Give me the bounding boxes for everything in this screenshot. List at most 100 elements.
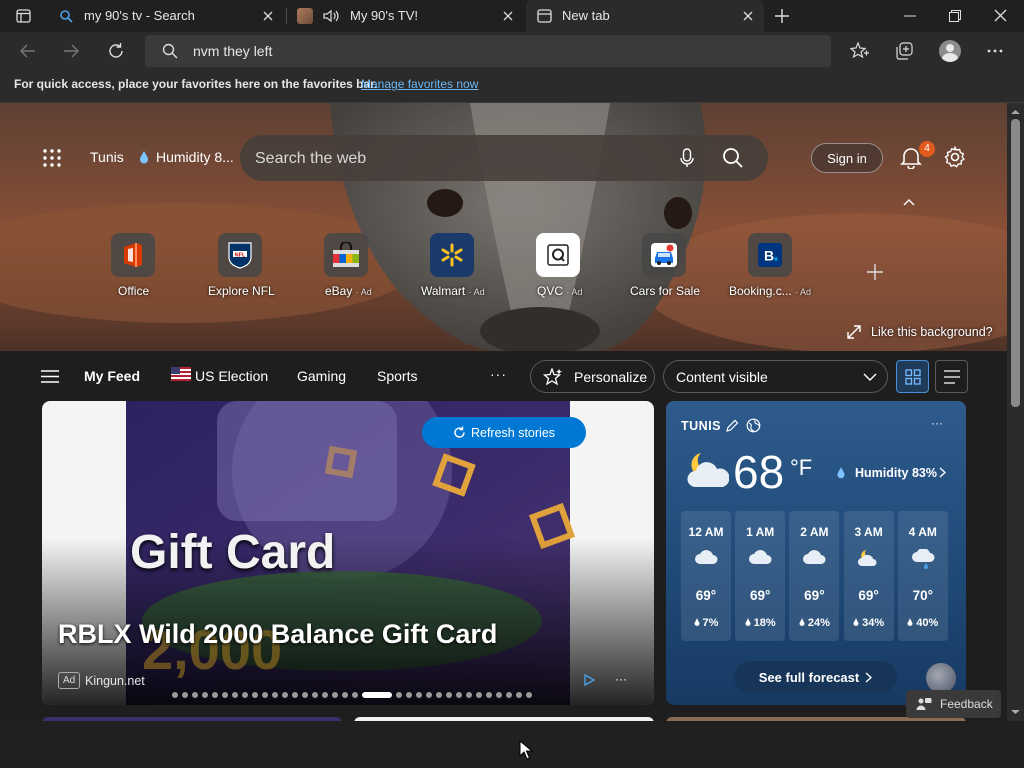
address-bar[interactable]: nvm they left	[145, 35, 831, 67]
carousel-dot[interactable]	[416, 692, 422, 698]
carousel-dot[interactable]	[446, 692, 452, 698]
expand-background-icon[interactable]	[847, 325, 861, 339]
content-visibility-dropdown[interactable]: Content visible	[663, 360, 888, 393]
carousel-dot[interactable]	[182, 692, 188, 698]
like-background-link[interactable]: Like this background?	[871, 325, 993, 339]
add-shortcut-icon[interactable]	[866, 263, 884, 281]
refresh-stories-button[interactable]: Refresh stories	[422, 417, 586, 448]
profile-avatar[interactable]	[939, 40, 961, 62]
carousel-dot[interactable]	[456, 692, 462, 698]
carousel-dot[interactable]	[322, 692, 328, 698]
explore-nfl-shortcut[interactable]: NFL	[218, 233, 262, 277]
scrollbar-thumb[interactable]	[1011, 119, 1020, 407]
manage-favorites-link[interactable]: Manage favorites now	[361, 77, 478, 91]
globe-icon[interactable]	[746, 418, 761, 433]
carousel-dot[interactable]	[476, 692, 482, 698]
forecast-hour[interactable]: 1 AM 69° 18%	[735, 511, 786, 641]
apps-grid-icon[interactable]	[43, 149, 61, 167]
carousel-dot[interactable]	[262, 692, 268, 698]
carousel-dot[interactable]	[496, 692, 502, 698]
weather-city[interactable]: TUNIS	[681, 419, 721, 433]
tab-actions-icon[interactable]	[16, 9, 31, 23]
search-input[interactable]: Search the web	[255, 150, 366, 168]
nav-sports[interactable]: Sports	[377, 368, 417, 384]
carousel-dot[interactable]	[396, 692, 402, 698]
settings-more-icon[interactable]	[987, 49, 1003, 53]
carousel-dot[interactable]	[232, 692, 238, 698]
ad-choices-icon[interactable]	[583, 674, 595, 686]
nav-gaming[interactable]: Gaming	[297, 368, 346, 384]
tab-search[interactable]: my 90's tv - Search	[52, 0, 284, 32]
carousel-dot[interactable]	[222, 692, 228, 698]
hero-humidity[interactable]: Humidity 8...	[156, 149, 234, 165]
personalize-button[interactable]: Personalize	[530, 360, 655, 393]
page-settings-gear-icon[interactable]	[944, 146, 966, 168]
forecast-hour[interactable]: 3 AM 69° 34%	[843, 511, 894, 641]
weather-more-icon[interactable]: ···	[931, 416, 943, 430]
forward-icon[interactable]	[63, 43, 80, 59]
tab-my-90s-tv[interactable]: My 90's TV!	[290, 0, 524, 32]
cars-for-sale-shortcut[interactable]	[642, 233, 686, 277]
search-icon[interactable]	[722, 147, 744, 169]
carousel-dot[interactable]	[506, 692, 512, 698]
hamburger-menu-icon[interactable]	[41, 370, 59, 383]
carousel-dot-active[interactable]	[362, 692, 392, 698]
carousel-dot[interactable]	[202, 692, 208, 698]
carousel-dot[interactable]	[252, 692, 258, 698]
carousel-dot[interactable]	[516, 692, 522, 698]
carousel-dot[interactable]	[426, 692, 432, 698]
qvc-shortcut[interactable]	[536, 233, 580, 277]
carousel-dot[interactable]	[312, 692, 318, 698]
grid-view-button[interactable]	[896, 360, 929, 393]
list-view-button[interactable]	[935, 360, 968, 393]
carousel-dot[interactable]	[192, 692, 198, 698]
carousel-dot[interactable]	[242, 692, 248, 698]
story-source[interactable]: Kingun.net	[85, 674, 145, 688]
story-title[interactable]: RBLX Wild 2000 Balance Gift Card	[58, 619, 497, 650]
speaker-icon[interactable]	[322, 8, 340, 24]
page-scrollbar[interactable]	[1007, 103, 1024, 721]
carousel-dot[interactable]	[172, 692, 178, 698]
new-tab-button[interactable]	[774, 8, 790, 24]
tab-new-tab[interactable]: New tab	[526, 0, 764, 32]
collapse-chevron-icon[interactable]	[903, 198, 915, 206]
minimize-icon[interactable]	[904, 15, 916, 17]
humidity-link[interactable]: Humidity 83%	[855, 466, 937, 480]
sign-in-button[interactable]: Sign in	[811, 143, 883, 173]
booking-shortcut[interactable]: B	[748, 233, 792, 277]
carousel-dot[interactable]	[406, 692, 412, 698]
feedback-button[interactable]: Feedback	[906, 690, 1001, 718]
scroll-up-icon[interactable]	[1007, 107, 1024, 117]
refresh-icon[interactable]	[107, 42, 125, 60]
walmart-shortcut[interactable]	[430, 233, 474, 277]
carousel-dot[interactable]	[466, 692, 472, 698]
address-input[interactable]: nvm they left	[193, 43, 272, 59]
carousel-dot[interactable]	[436, 692, 442, 698]
forecast-hour[interactable]: 4 AM 70° 40%	[897, 511, 948, 641]
scroll-down-icon[interactable]	[1007, 707, 1024, 717]
carousel-dot[interactable]	[212, 692, 218, 698]
carousel-dot[interactable]	[292, 692, 298, 698]
nav-my-feed[interactable]: My Feed	[84, 368, 140, 384]
nav-more-icon[interactable]: ···	[490, 366, 507, 382]
story-more-icon[interactable]: ···	[615, 672, 627, 686]
carousel-dot[interactable]	[486, 692, 492, 698]
office-shortcut[interactable]	[111, 233, 155, 277]
web-search-box[interactable]: Search the web	[240, 135, 768, 181]
microphone-icon[interactable]	[680, 148, 694, 168]
favorites-star-icon[interactable]	[850, 42, 870, 60]
close-tab-icon[interactable]	[740, 8, 756, 24]
close-tab-icon[interactable]	[500, 8, 516, 24]
carousel-dot[interactable]	[282, 692, 288, 698]
location-label[interactable]: Tunis	[90, 149, 124, 165]
forecast-hour[interactable]: 12 AM 69° 7%	[681, 511, 731, 641]
collections-icon[interactable]	[895, 42, 914, 60]
carousel-dot[interactable]	[272, 692, 278, 698]
weather-assistant-avatar[interactable]	[926, 663, 956, 693]
carousel-dot[interactable]	[342, 692, 348, 698]
story-card[interactable]: Gift Card 2,000 Refresh stories RBLX Wil…	[42, 401, 654, 705]
carousel-dot[interactable]	[332, 692, 338, 698]
forecast-hour[interactable]: 2 AM 69° 24%	[789, 511, 840, 641]
temperature-unit[interactable]: °F	[790, 455, 812, 481]
back-icon[interactable]	[19, 43, 36, 59]
